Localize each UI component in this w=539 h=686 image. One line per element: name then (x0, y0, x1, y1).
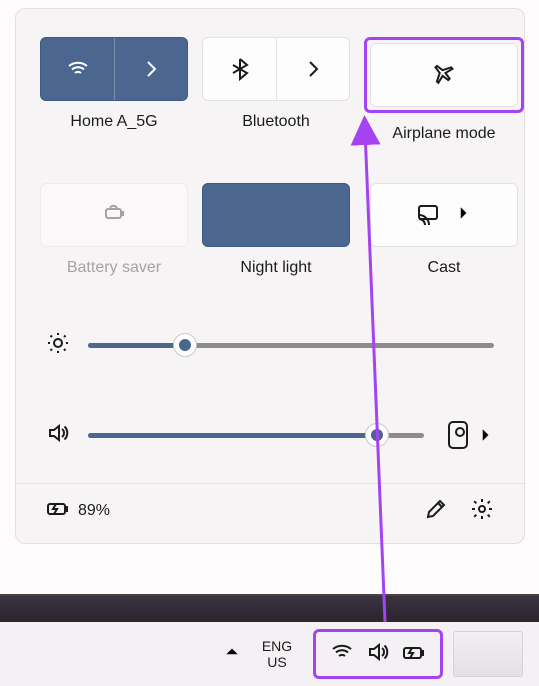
volume-slider[interactable] (88, 424, 424, 446)
annotation-highlight-airplane (364, 37, 524, 113)
bluetooth-tile: Bluetooth (202, 37, 350, 143)
cast-toggle[interactable] (370, 183, 518, 247)
night-light-icon (264, 201, 288, 229)
volume-icon (46, 421, 70, 449)
brightness-slider[interactable] (88, 334, 494, 356)
battery-saver-icon (102, 201, 126, 229)
language-top: ENG (251, 638, 303, 654)
brightness-row (46, 331, 494, 359)
cast-expand-icon (454, 204, 472, 226)
night-light-tile: Night light (202, 183, 350, 277)
airplane-tile: Airplane mode (364, 37, 524, 143)
volume-row (46, 421, 494, 449)
audio-output-button[interactable] (448, 421, 494, 449)
quick-settings-panel: Home A_5G Bluetooth (15, 8, 525, 544)
cast-icon (416, 201, 440, 229)
battery-saver-tile: Battery saver (40, 183, 188, 277)
battery-status[interactable]: 89% (46, 496, 110, 525)
wifi-icon[interactable] (41, 38, 114, 100)
night-light-label: Night light (240, 259, 311, 277)
chevron-right-icon (476, 426, 494, 444)
wifi-expand[interactable] (114, 38, 187, 100)
language-bottom: US (251, 654, 303, 670)
tray-battery-icon[interactable] (402, 640, 426, 668)
brightness-icon (46, 331, 70, 359)
bluetooth-label: Bluetooth (242, 113, 310, 131)
cast-tile: Cast (364, 183, 524, 277)
tray-overflow-button[interactable] (223, 643, 241, 665)
taskbar: ENG US (0, 622, 539, 686)
battery-icon (46, 496, 70, 525)
battery-text: 89% (78, 502, 110, 520)
airplane-icon (432, 61, 456, 89)
desktop-wallpaper-strip (0, 594, 539, 622)
battery-saver-label: Battery saver (67, 259, 161, 277)
sliders-section (40, 331, 500, 449)
battery-saver-toggle (40, 183, 188, 247)
taskbar-preview[interactable] (453, 631, 523, 677)
bluetooth-icon[interactable] (203, 38, 276, 100)
cast-label: Cast (428, 259, 461, 277)
tiles-grid: Home A_5G Bluetooth (40, 37, 500, 277)
annotation-highlight-tray (313, 629, 443, 679)
wifi-tile: Home A_5G (40, 37, 188, 143)
night-light-toggle[interactable] (202, 183, 350, 247)
tray-wifi-icon[interactable] (330, 640, 354, 668)
language-indicator[interactable]: ENG US (251, 638, 303, 670)
bluetooth-toggle[interactable] (202, 37, 350, 101)
tray-volume-icon[interactable] (366, 640, 390, 668)
bluetooth-expand[interactable] (276, 38, 349, 100)
speaker-device-icon (448, 421, 468, 449)
panel-footer: 89% (40, 496, 500, 529)
settings-button[interactable] (470, 497, 494, 525)
edit-button[interactable] (424, 497, 448, 525)
airplane-label: Airplane mode (392, 125, 495, 143)
airplane-toggle[interactable] (370, 43, 518, 107)
divider (16, 483, 524, 484)
wifi-label: Home A_5G (70, 113, 157, 131)
wifi-toggle[interactable] (40, 37, 188, 101)
